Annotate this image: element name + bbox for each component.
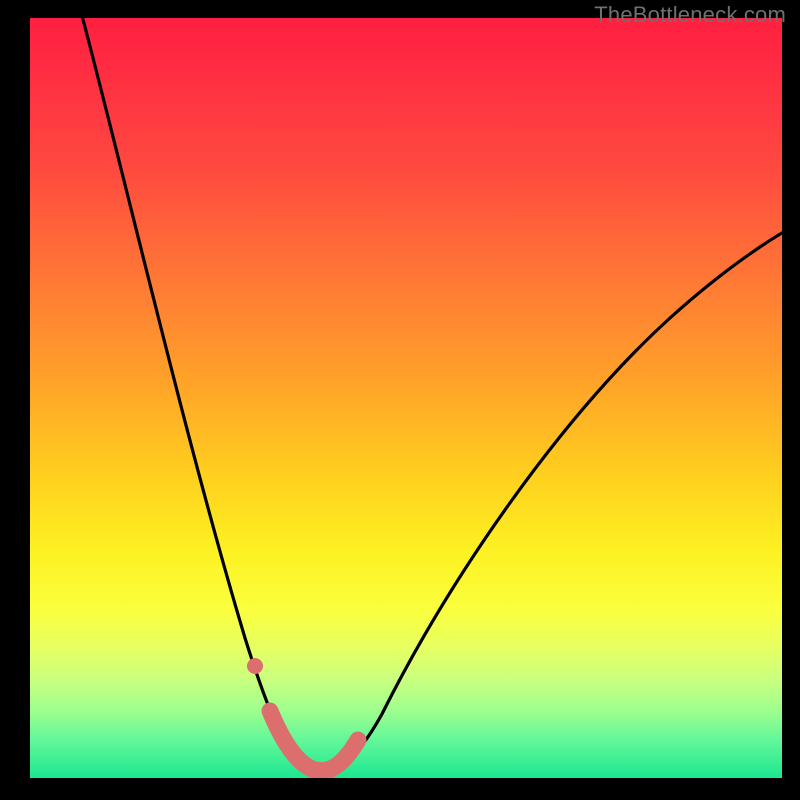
bottleneck-curve-path [80, 18, 782, 772]
marker-left-dot [247, 658, 263, 674]
chart-plot-area [30, 18, 782, 778]
watermark-text: TheBottleneck.com [594, 2, 786, 28]
marker-trough-segment [270, 711, 358, 771]
bottleneck-curve-svg [30, 18, 782, 778]
